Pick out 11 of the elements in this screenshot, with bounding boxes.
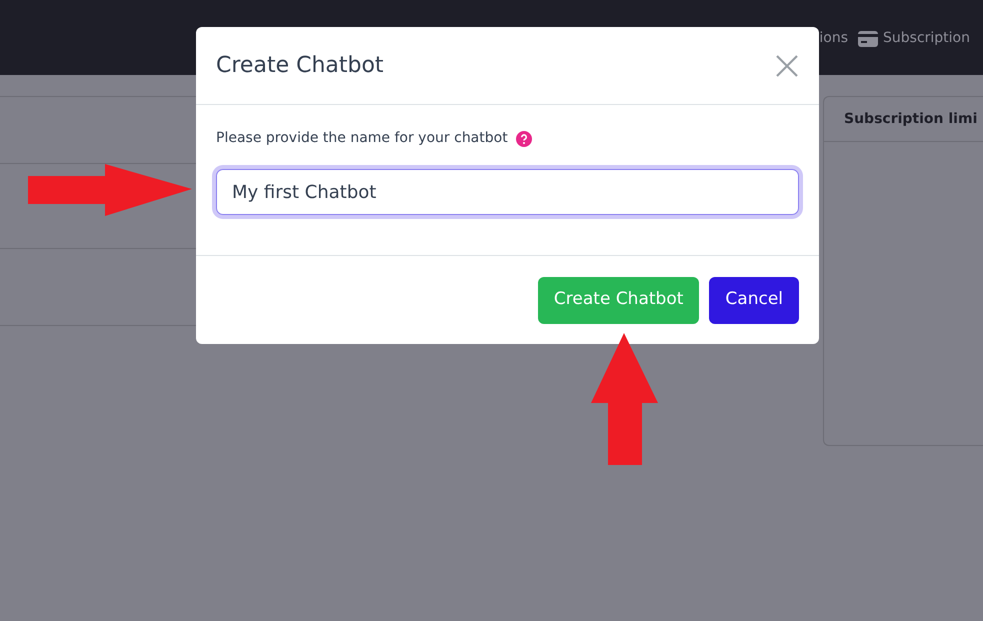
help-icon[interactable]: [516, 130, 532, 146]
close-icon: [776, 54, 798, 76]
credit-card-icon: [858, 30, 878, 46]
create-button[interactable]: Create Chatbot: [538, 276, 700, 324]
card-title: Subscription limi: [844, 110, 978, 128]
nav-link[interactable]: Subscription: [883, 28, 970, 49]
close-button[interactable]: [775, 54, 799, 78]
field-label: Please provide the name for your chatbot: [216, 129, 508, 148]
cancel-button[interactable]: Cancel: [709, 276, 799, 324]
dialog-title: Create Chatbot: [216, 52, 384, 80]
nav-link[interactable]: ions: [819, 28, 848, 49]
